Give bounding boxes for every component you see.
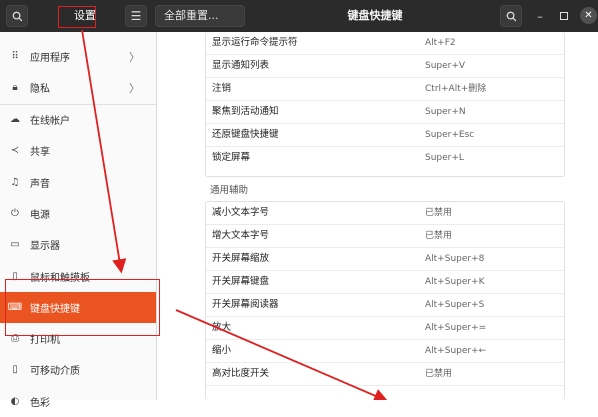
arrow-settings-to-keyboard	[81, 29, 127, 274]
annotation-arrows	[81, 29, 389, 400]
arrow-to-shortcut-list	[175, 309, 389, 400]
